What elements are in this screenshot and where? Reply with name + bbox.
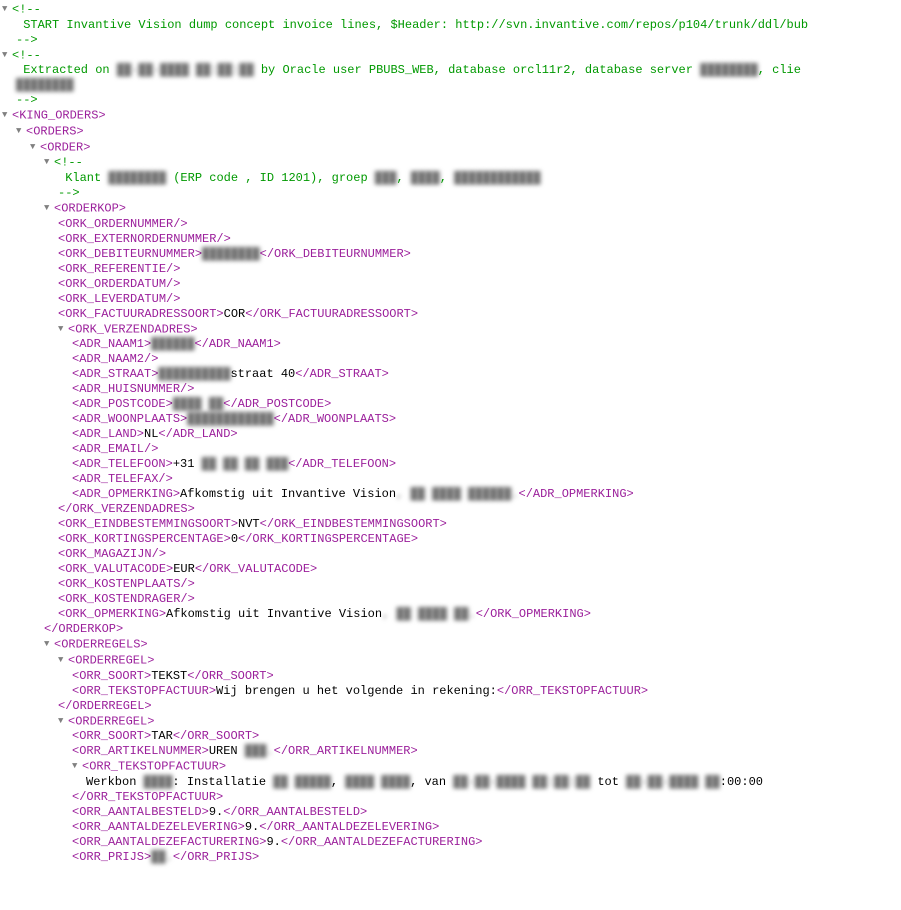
element-ork-verzendadres: ▼<ORK_VERZENDADRES>: [2, 322, 899, 338]
element-ork-debiteurnummer: <ORK_DEBITEURNUMMER>████████</ORK_DEBITE…: [2, 247, 899, 262]
element-orr-tekstopfactuur: <ORR_TEKSTOPFACTUUR>Wij brengen u het vo…: [2, 684, 899, 699]
redacted-text: ███: [375, 171, 397, 185]
element-adr-naam1: <ADR_NAAM1>██████</ADR_NAAM1>: [2, 337, 899, 352]
element-adr-opmerking: <ADR_OPMERKING>Afkomstig uit Invantive V…: [2, 487, 899, 502]
element-ork-factuuradressoort: <ORK_FACTUURADRESSOORT>COR</ORK_FACTUURA…: [2, 307, 899, 322]
element-ork-leverdatum: <ORK_LEVERDATUM/>: [2, 292, 899, 307]
element-adr-huisnummer: <ADR_HUISNUMMER/>: [2, 382, 899, 397]
collapse-toggle[interactable]: ▼: [2, 48, 12, 63]
element-adr-telefoon: <ADR_TELEFOON>+31 ██ ██ ██ ███</ADR_TELE…: [2, 457, 899, 472]
element-ork-eindbestemmingsoort: <ORK_EINDBESTEMMINGSOORT>NVT</ORK_EINDBE…: [2, 517, 899, 532]
redacted-text: ████████████: [187, 412, 273, 426]
redacted-text: ████████████: [454, 171, 540, 185]
element-adr-woonplaats: <ADR_WOONPLAATS>████████████</ADR_WOONPL…: [2, 412, 899, 427]
element-orderkop-close: </ORDERKOP>: [2, 622, 899, 637]
comment-text: Extracted on ██-██-████ ██:██:██ by Orac…: [2, 63, 899, 78]
redacted-text: ██ █████: [273, 775, 331, 789]
element-ork-kostenplaats: <ORK_KOSTENPLAATS/>: [2, 577, 899, 592]
collapse-toggle[interactable]: ▼: [58, 322, 68, 337]
collapse-toggle[interactable]: ▼: [72, 759, 82, 774]
element-orderregels: ▼<ORDERREGELS>: [2, 637, 899, 653]
element-ork-opmerking: <ORK_OPMERKING>Afkomstig uit Invantive V…: [2, 607, 899, 622]
element-orderregel-close: </ORDERREGEL>: [2, 699, 899, 714]
comment-close: -->: [2, 93, 899, 108]
comment-line: ▼<!--: [2, 48, 899, 64]
collapse-toggle[interactable]: ▼: [44, 155, 54, 170]
element-orr-aantaldezelevering: <ORR_AANTALDEZELEVERING>9.</ORR_AANTALDE…: [2, 820, 899, 835]
element-adr-naam2: <ADR_NAAM2/>: [2, 352, 899, 367]
element-orr-tekstopfactuur-close: </ORR_TEKSTOPFACTUUR>: [2, 790, 899, 805]
element-king-orders: ▼<KING_ORDERS>: [2, 108, 899, 124]
element-orr-tekstopfactuur: ▼<ORR_TEKSTOPFACTUUR>: [2, 759, 899, 775]
redacted-text: , ██ ████ ██.: [382, 607, 476, 621]
element-adr-postcode: <ADR_POSTCODE>████ ██</ADR_POSTCODE>: [2, 397, 899, 412]
element-adr-straat: <ADR_STRAAT>██████████straat 40</ADR_STR…: [2, 367, 899, 382]
element-orderregel: ▼<ORDERREGEL>: [2, 653, 899, 669]
redacted-text: ████████: [700, 63, 758, 77]
redacted-text: ████████: [202, 247, 260, 261]
comment-open: <!--: [12, 48, 41, 62]
redacted-text: ██.: [151, 850, 173, 864]
element-orr-aantalbesteld: <ORR_AANTALBESTELD>9.</ORR_AANTALBESTELD…: [2, 805, 899, 820]
redacted-text: ████ ████: [345, 775, 410, 789]
element-adr-email: <ADR_EMAIL/>: [2, 442, 899, 457]
element-adr-land: <ADR_LAND>NL</ADR_LAND>: [2, 427, 899, 442]
redacted-text: ████████: [108, 171, 166, 185]
element-ork-ordernummer: <ORK_ORDERNUMMER/>: [2, 217, 899, 232]
werkbon-text: Werkbon ████: Installatie ██ █████, ████…: [2, 775, 899, 790]
element-ork-orderdatum: <ORK_ORDERDATUM/>: [2, 277, 899, 292]
redacted-text: ██████████: [158, 367, 230, 381]
redacted-text: ██████: [151, 337, 194, 351]
comment-line: ▼<!--: [2, 2, 899, 18]
comment-line: ▼<!--: [2, 155, 899, 171]
element-orr-soort: <ORR_SOORT>TEKST</ORR_SOORT>: [2, 669, 899, 684]
element-ork-magazijn: <ORK_MAGAZIJN/>: [2, 547, 899, 562]
collapse-toggle[interactable]: ▼: [2, 2, 12, 17]
redacted-text: ████ ██: [173, 397, 223, 411]
element-orr-soort: <ORR_SOORT>TAR</ORR_SOORT>: [2, 729, 899, 744]
collapse-toggle[interactable]: ▼: [2, 108, 12, 123]
redacted-text: ████████: [16, 78, 74, 92]
element-orderregel: ▼<ORDERREGEL>: [2, 714, 899, 730]
redacted-text: ██ ██ ██ ███: [202, 457, 288, 471]
element-ork-externordernummer: <ORK_EXTERNORDERNUMMER/>: [2, 232, 899, 247]
element-orr-artikelnummer: <ORR_ARTIKELNUMMER>UREN ███.</ORR_ARTIKE…: [2, 744, 899, 759]
element-ork-verzendadres-close: </ORK_VERZENDADRES>: [2, 502, 899, 517]
element-orders: ▼<ORDERS>: [2, 124, 899, 140]
element-ork-valutacode: <ORK_VALUTACODE>EUR</ORK_VALUTACODE>: [2, 562, 899, 577]
xml-tree-view: ▼<!-- START Invantive Vision dump concep…: [2, 2, 899, 865]
comment-close: -->: [2, 186, 899, 201]
collapse-toggle[interactable]: ▼: [58, 714, 68, 729]
comment-text: ████████: [2, 78, 899, 93]
comment-text: START Invantive Vision dump concept invo…: [2, 18, 899, 33]
comment-close: -->: [2, 33, 899, 48]
redacted-text: ████: [411, 171, 440, 185]
comment-open: <!--: [12, 3, 41, 17]
element-orr-aantaldezefacturering: <ORR_AANTALDEZEFACTURERING>9.</ORR_AANTA…: [2, 835, 899, 850]
collapse-toggle[interactable]: ▼: [58, 653, 68, 668]
element-orr-prijs: <ORR_PRIJS>██.</ORR_PRIJS>: [2, 850, 899, 865]
redacted-text: ███.: [245, 744, 274, 758]
redacted-text: ██-██-████ ██: [626, 775, 720, 789]
redacted-text: ██-██-████ ██:██:██: [453, 775, 590, 789]
element-order: ▼<ORDER>: [2, 140, 899, 156]
element-ork-kortingspercentage: <ORK_KORTINGSPERCENTAGE>0</ORK_KORTINGSP…: [2, 532, 899, 547]
element-ork-referentie: <ORK_REFERENTIE/>: [2, 262, 899, 277]
collapse-toggle[interactable]: ▼: [30, 140, 40, 155]
comment-text: Klant ████████ (ERP code , ID 1201), gro…: [2, 171, 899, 186]
element-ork-kostendrager: <ORK_KOSTENDRAGER/>: [2, 592, 899, 607]
collapse-toggle[interactable]: ▼: [44, 637, 54, 652]
collapse-toggle[interactable]: ▼: [16, 124, 26, 139]
element-orderkop: ▼<ORDERKOP>: [2, 201, 899, 217]
collapse-toggle[interactable]: ▼: [44, 201, 54, 216]
redacted-text: ██-██-████ ██:██:██: [117, 63, 254, 77]
redacted-text: , ██ ████ ██████.: [396, 487, 518, 501]
element-adr-telefax: <ADR_TELEFAX/>: [2, 472, 899, 487]
redacted-text: ████: [144, 775, 173, 789]
